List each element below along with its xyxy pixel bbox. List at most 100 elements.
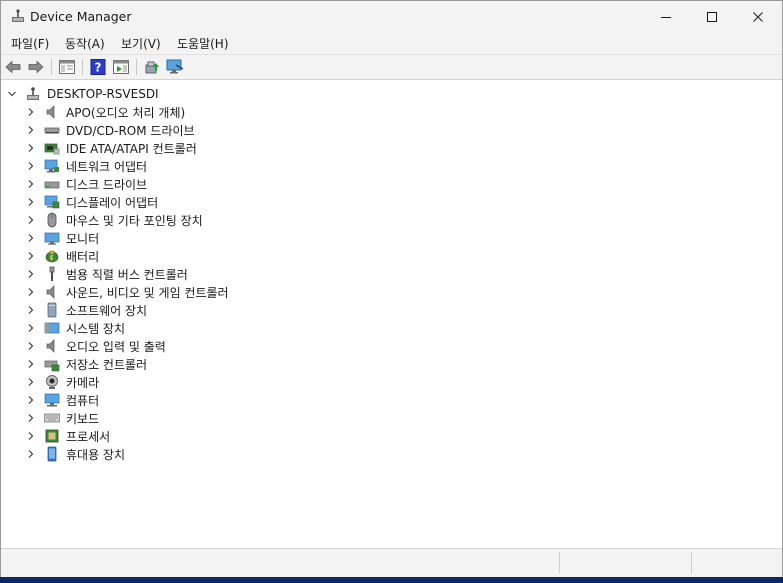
tree-item-label: 디스크 드라이브 [66, 177, 148, 192]
controller-card-icon [44, 143, 60, 155]
tree-item[interactable]: 컴퓨터 [26, 391, 99, 409]
chevron-right-icon[interactable] [26, 359, 36, 369]
tree-item-label: 프로세서 [66, 429, 111, 444]
tree-item[interactable]: 휴대용 장치 [26, 445, 125, 463]
chevron-right-icon[interactable] [26, 161, 36, 171]
device-manager-window: Device Manager 파일(F) 동작(A) 보기(V) 도움말(H) [0, 0, 783, 577]
menu-action[interactable]: 동작(A) [65, 35, 105, 52]
tree-item[interactable]: 프로세서 [26, 427, 110, 445]
tree-root[interactable]: DESKTOP-RSVESDI [7, 85, 159, 103]
tree-item[interactable]: 네트워크 어댑터 [26, 157, 147, 175]
device-manager-app-icon [12, 9, 24, 22]
tree-item-label: 마우스 및 기타 포인팅 장치 [66, 213, 203, 228]
menu-help[interactable]: 도움말(H) [177, 35, 229, 52]
tree-item-label: APO(오디오 처리 개체) [66, 105, 186, 120]
chevron-right-icon[interactable] [26, 197, 36, 207]
chevron-down-icon[interactable] [7, 89, 17, 99]
tree-item[interactable]: 사운드, 비디오 및 게임 컨트롤러 [26, 283, 229, 301]
chevron-right-icon[interactable] [26, 377, 36, 387]
forward-button[interactable] [27, 58, 45, 76]
tree-item[interactable]: 소프트웨어 장치 [26, 301, 147, 319]
chevron-right-icon[interactable] [26, 341, 36, 351]
status-bar-separator [559, 552, 560, 574]
menu-view[interactable]: 보기(V) [121, 35, 161, 52]
optical-drive-icon [44, 127, 60, 134]
tree-item-label: 시스템 장치 [66, 321, 126, 336]
tree-item[interactable]: 시스템 장치 [26, 319, 125, 337]
tree-item-label: 배터리 [66, 249, 100, 264]
chevron-right-icon[interactable] [26, 179, 36, 189]
tree-item-label: 오디오 입력 및 출력 [66, 339, 166, 354]
chevron-right-icon[interactable] [26, 107, 36, 117]
tree-item[interactable]: 디스크 드라이브 [26, 175, 147, 193]
tree-item-label: 저장소 컨트롤러 [66, 357, 148, 372]
title-bar[interactable]: Device Manager [1, 1, 782, 32]
tree-item-label: 소프트웨어 장치 [66, 303, 148, 318]
close-button[interactable] [735, 1, 781, 32]
camera-icon [46, 375, 58, 389]
speaker-icon [46, 285, 55, 299]
update-driver-button[interactable] [143, 58, 161, 76]
status-bar-separator [691, 552, 692, 574]
tree-item[interactable]: DVD/CD-ROM 드라이브 [26, 121, 195, 139]
update-driver-icon [145, 61, 159, 74]
help-icon: ? [90, 59, 106, 75]
tree-item[interactable]: 마우스 및 기타 포인팅 장치 [26, 211, 203, 229]
chevron-right-icon[interactable] [26, 269, 36, 279]
tree-item[interactable]: 키보드 [26, 409, 99, 427]
chevron-right-icon[interactable] [26, 323, 36, 333]
action-pane-button[interactable] [112, 58, 130, 76]
toolbar-separator [51, 59, 52, 75]
keyboard-icon [44, 413, 60, 423]
tree-item[interactable]: 모니터 [26, 229, 99, 247]
back-button[interactable] [4, 58, 22, 76]
battery-icon [45, 250, 59, 263]
portable-device-icon [47, 446, 57, 462]
tree-item[interactable]: APO(오디오 처리 개체) [26, 103, 185, 121]
chevron-right-icon[interactable] [26, 449, 36, 459]
chevron-right-icon[interactable] [26, 395, 36, 405]
device-tree: DESKTOP-RSVESDI APO(오디오 처리 개체) DVD/CD-ROM… [1, 80, 782, 546]
tree-item[interactable]: 저장소 컨트롤러 [26, 355, 147, 373]
processor-icon [45, 429, 59, 443]
chevron-right-icon[interactable] [26, 143, 36, 153]
console-tree-icon [59, 60, 75, 74]
maximize-button[interactable] [689, 1, 735, 32]
chevron-right-icon[interactable] [26, 125, 36, 135]
tree-item[interactable]: 카메라 [26, 373, 99, 391]
maximize-icon [707, 11, 717, 22]
scan-hardware-icon [166, 59, 184, 74]
tree-item[interactable]: 범용 직렬 버스 컨트롤러 [26, 265, 188, 283]
tree-item-label: 디스플레이 어댑터 [66, 195, 159, 210]
chevron-right-icon[interactable] [26, 305, 36, 315]
chevron-right-icon[interactable] [26, 431, 36, 441]
tree-item-label: DVD/CD-ROM 드라이브 [66, 123, 195, 138]
chevron-right-icon[interactable] [26, 413, 36, 423]
mouse-icon [47, 212, 57, 228]
show-hide-console-tree-button[interactable] [58, 58, 76, 76]
minimize-button[interactable] [643, 1, 689, 32]
chevron-right-icon[interactable] [26, 233, 36, 243]
menu-file[interactable]: 파일(F) [11, 35, 49, 52]
tree-item[interactable]: 디스플레이 어댑터 [26, 193, 158, 211]
chevron-right-icon[interactable] [26, 251, 36, 261]
monitor-icon [44, 232, 60, 245]
help-button[interactable]: ? [89, 58, 107, 76]
toolbar-separator [136, 59, 137, 75]
close-icon [753, 11, 763, 22]
chevron-right-icon[interactable] [26, 215, 36, 225]
scan-hardware-changes-button[interactable] [166, 58, 184, 76]
tree-root-label: DESKTOP-RSVESDI [47, 87, 159, 101]
tree-item-label: 네트워크 어댑터 [66, 159, 148, 174]
tree-item[interactable]: IDE ATA/ATAPI 컨트롤러 [26, 139, 197, 157]
chevron-right-icon[interactable] [26, 287, 36, 297]
svg-text:?: ? [95, 61, 102, 75]
back-arrow-icon [5, 60, 21, 74]
tree-item-label: 휴대용 장치 [66, 447, 126, 462]
disk-drive-icon [44, 181, 60, 189]
tree-item[interactable]: 배터리 [26, 247, 99, 265]
minimize-icon [661, 16, 671, 18]
menu-bar: 파일(F) 동작(A) 보기(V) 도움말(H) [1, 32, 782, 55]
speaker-icon [46, 339, 55, 353]
tree-item[interactable]: 오디오 입력 및 출력 [26, 337, 166, 355]
